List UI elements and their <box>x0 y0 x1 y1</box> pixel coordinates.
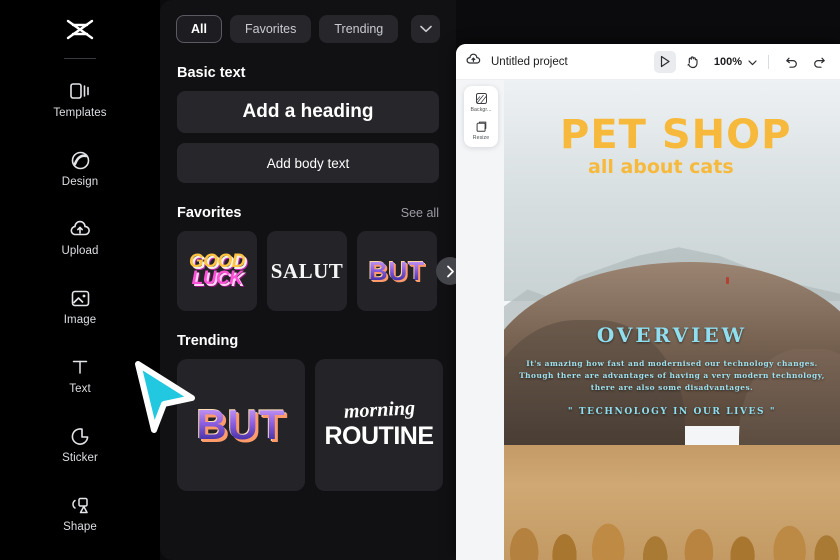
basic-text-section-header: Basic text <box>160 65 456 81</box>
side-tool-label: Resize <box>472 135 490 141</box>
canvas-headline[interactable]: PET SHOP <box>560 112 791 158</box>
redo-arrow-icon[interactable] <box>808 51 830 73</box>
favorite-tile-salut[interactable]: SALUT <box>267 231 347 311</box>
add-body-text-button[interactable]: Add body text <box>177 143 439 183</box>
resize-tool-button[interactable]: Resize <box>464 120 498 141</box>
sidebar-item-label: Image <box>63 314 97 326</box>
cursor-arrow-icon[interactable] <box>653 50 676 73</box>
sidebar-item-label: Upload <box>61 245 99 257</box>
chip-favorites[interactable]: Favorites <box>229 15 312 43</box>
zoom-level-value[interactable]: 100% <box>714 56 742 68</box>
canvas-scrub-brush <box>504 464 840 560</box>
background-icon <box>475 92 488 105</box>
sidebar-item-image[interactable]: Image <box>0 272 160 341</box>
design-canvas[interactable]: PET SHOP all about cats OVERVIEW It's am… <box>504 80 840 560</box>
chip-trending[interactable]: Trending <box>319 15 399 43</box>
canvas-side-toolbar: Backgr... Resize <box>464 86 498 147</box>
capcut-logo-icon[interactable] <box>58 14 102 48</box>
sidebar-item-label: Text <box>69 383 91 395</box>
chip-all[interactable]: All <box>176 15 222 43</box>
undo-arrow-icon[interactable] <box>780 51 802 73</box>
design-icon <box>69 149 91 171</box>
text-t-icon <box>69 356 91 378</box>
trending-tile-morning-routine[interactable]: morning ROUTINE <box>315 359 443 491</box>
editor-toolbar: Untitled project 100% <box>456 44 840 80</box>
editor-workspace: Backgr... Resize PET SHOP all about cats… <box>456 80 840 560</box>
favorites-tile-row: GOOD LUCK SALUT BUT <box>160 231 456 311</box>
editor-window: Untitled project 100% Backgr... Resize P… <box>456 44 840 560</box>
canvas-overview-quote[interactable]: " TECHNOLOGY IN OUR LIVES " <box>510 407 834 417</box>
sidebar-item-sticker[interactable]: Sticker <box>0 410 160 479</box>
section-title: Basic text <box>177 65 246 81</box>
canvas-person <box>725 276 729 284</box>
canvas-overview-title[interactable]: OVERVIEW <box>510 323 834 347</box>
hand-icon[interactable] <box>682 51 704 73</box>
image-icon <box>69 287 91 309</box>
tile-text-line1: morning <box>342 397 416 423</box>
rail-divider <box>64 58 96 59</box>
project-title[interactable]: Untitled project <box>491 56 568 68</box>
favorite-tile-good-luck[interactable]: GOOD LUCK <box>177 231 257 311</box>
filter-chip-group: All Favorites Trending <box>160 0 456 43</box>
editor-tool-group: 100% <box>653 50 830 73</box>
sidebar-item-label: Shape <box>63 521 97 533</box>
canvas-subheadline[interactable]: all about cats <box>588 156 734 178</box>
sidebar-item-label: Templates <box>53 107 107 119</box>
section-title: Trending <box>177 333 239 349</box>
sidebar-item-design[interactable]: Design <box>0 134 160 203</box>
add-heading-button[interactable]: Add a heading <box>177 91 439 133</box>
see-all-favorites-link[interactable]: See all <box>401 206 439 220</box>
trending-tile-row: BUT morning ROUTINE <box>160 359 456 491</box>
tile-text-line2: LUCK <box>191 268 243 289</box>
sidebar-item-templates[interactable]: Templates <box>0 65 160 134</box>
section-title: Favorites <box>177 205 242 221</box>
sidebar-item-upload[interactable]: Upload <box>0 203 160 272</box>
sidebar-item-label: Sticker <box>62 452 98 464</box>
background-tool-button[interactable]: Backgr... <box>464 92 498 113</box>
shape-icon <box>69 494 91 516</box>
toolbar-divider <box>768 54 769 69</box>
sticker-icon <box>69 425 91 447</box>
tile-text-line1: BUT <box>196 400 286 448</box>
text-panel: All Favorites Trending Basic text Add a … <box>160 0 456 560</box>
chevron-down-icon[interactable] <box>411 15 440 43</box>
tile-text-line2: ROUTINE <box>324 422 435 450</box>
sidebar-item-text[interactable]: Text <box>0 341 160 410</box>
upload-cloud-icon <box>69 218 91 240</box>
sidebar-item-label: Design <box>61 176 99 188</box>
chevron-right-icon[interactable] <box>436 257 456 285</box>
favorite-tile-but[interactable]: BUT <box>357 231 437 311</box>
canvas-overview-block: OVERVIEW It's amazing how fast and moder… <box>504 323 840 417</box>
tile-text-line1: BUT <box>368 255 426 286</box>
side-tool-label: Backgr... <box>470 107 492 113</box>
resize-icon <box>475 120 488 133</box>
templates-icon <box>69 80 91 102</box>
chevron-down-icon[interactable] <box>748 53 757 71</box>
left-nav-rail: Templates Design Upload Image Text Stick… <box>0 0 160 560</box>
tile-text-line1: SALUT <box>270 258 344 283</box>
sidebar-item-shape[interactable]: Shape <box>0 479 160 548</box>
trending-section-header: Trending <box>160 333 456 349</box>
favorites-section-header: Favorites See all <box>160 205 456 221</box>
canvas-overview-body[interactable]: It's amazing how fast and modernised our… <box>510 358 834 394</box>
cloud-save-icon[interactable] <box>466 53 481 71</box>
trending-tile-but[interactable]: BUT <box>177 359 305 491</box>
